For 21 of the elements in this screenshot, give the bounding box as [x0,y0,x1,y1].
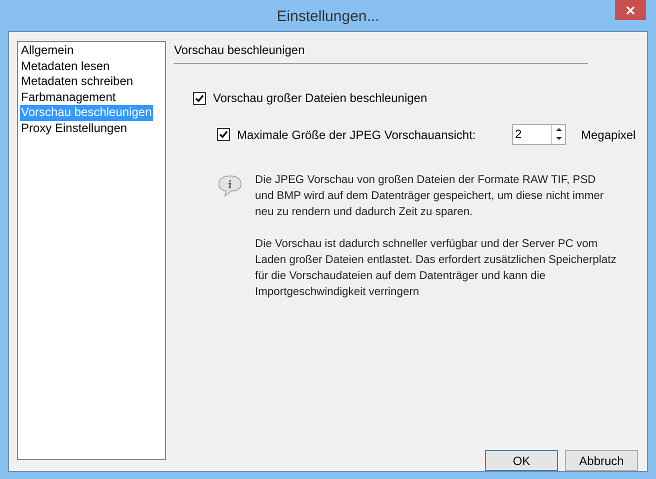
category-item[interactable]: Metadaten lesen [20,58,111,74]
checkbox-label: Maximale Größe der JPEG Vorschauansicht: [237,126,477,144]
close-button[interactable] [615,0,646,20]
checkbox[interactable] [193,92,206,104]
dialog-button[interactable]: Abbruch [565,450,638,471]
category-item[interactable]: Farbmanagement [20,90,117,105]
section-title: Vorschau beschleunigen [174,42,305,58]
category-item[interactable]: Metadaten schreiben [20,74,134,90]
info-bubble-icon [217,174,243,198]
spin-field[interactable]: 2 [512,124,566,145]
spin-value: 2 [514,126,523,143]
checkbox[interactable] [217,128,230,141]
checkbox-label: Vorschau großer Dateien beschleunigen [213,90,428,107]
info-text: Die Vorschau ist dadurch schneller verfügbar und der Server PC vom Laden großer Dateien entlastet. Das erfordert zusätzlichen Speicherplatz für die Vorschaudateien auf dem Datenträger und kann die Importgeschwindigkeit verringern [255,237,617,300]
dialog-button[interactable]: OK [485,450,558,471]
category-item[interactable]: Proxy Einstellungen [20,120,128,136]
category-item[interactable]: Allgemein [20,43,75,58]
close-icon [626,6,635,14]
unit-label: Megapixel [581,126,636,144]
window-title: Einstellungen... [276,7,380,27]
info-text: Die JPEG Vorschau von großen Dateien der Formate RAW TIF, PSD und BMP wird auf dem Datenträger gespeichert, um diese nicht immer neu zu rendern und dadurch Zeit zu sparen. [255,173,605,220]
